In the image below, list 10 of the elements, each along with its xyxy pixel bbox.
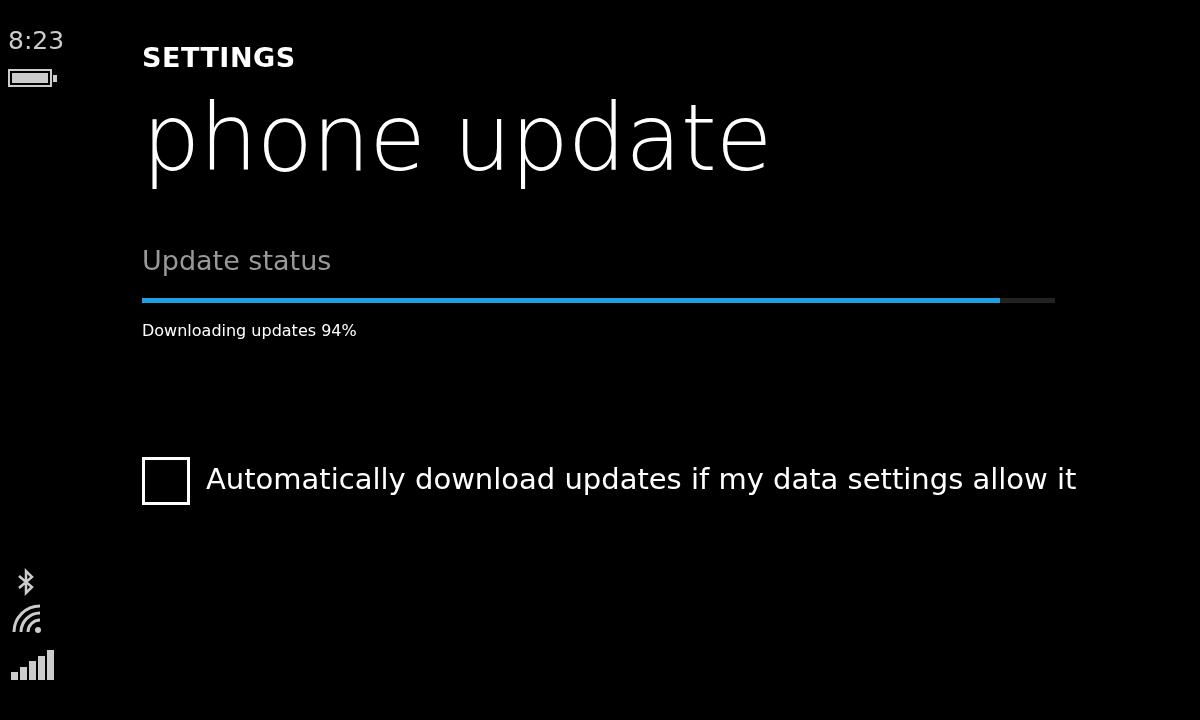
wifi-icon [12, 604, 44, 634]
clock-time: 8:23 [8, 28, 66, 53]
signal-strength-icon [8, 650, 54, 680]
section-label: Update status [142, 247, 333, 274]
progress-status: Downloading updates 94% [142, 320, 358, 342]
bluetooth-icon [16, 568, 36, 596]
app-title: SETTINGS [142, 44, 297, 71]
checkbox-label[interactable]: Automatically download updates if my data settings allow it [206, 461, 1086, 505]
checkbox[interactable] [142, 457, 190, 505]
battery-icon [8, 69, 58, 87]
